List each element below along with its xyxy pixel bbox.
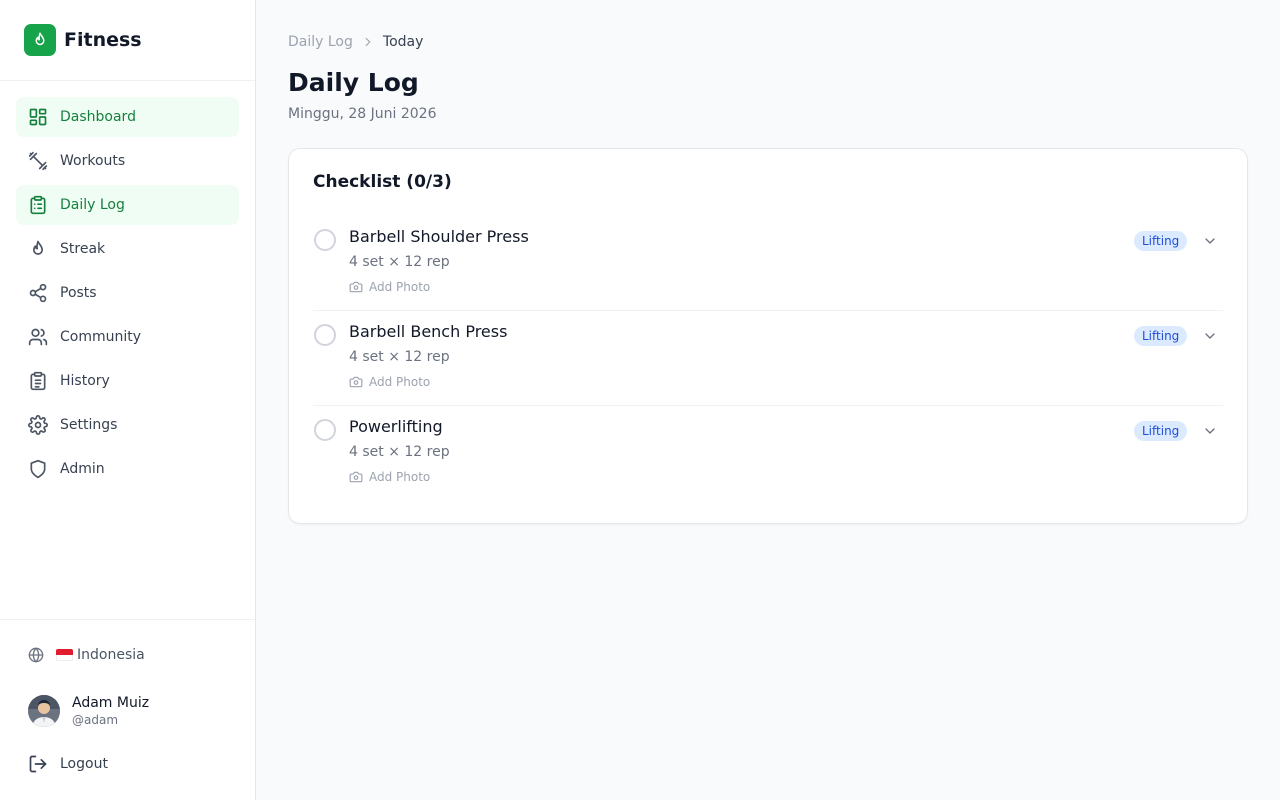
- exercise-detail: 4 set × 12 rep: [349, 444, 450, 460]
- sidebar-item-admin[interactable]: Admin: [16, 449, 239, 489]
- exercise-item: Barbell Bench Press 4 set × 12 rep Add P…: [313, 311, 1223, 406]
- sidebar-nav: Dashboard Workouts Daily Log Streak Post…: [16, 97, 239, 493]
- user-info: Adam Muiz @adam: [72, 694, 149, 728]
- clipboard-list-icon: [28, 195, 48, 215]
- sidebar-item-label: Dashboard: [60, 109, 136, 125]
- sidebar-item-label: Daily Log: [60, 197, 125, 213]
- user-name: Adam Muiz: [72, 695, 150, 711]
- user-handle: @adam: [72, 713, 119, 727]
- sidebar-item-label: Workouts: [60, 153, 126, 169]
- chevron-down-icon[interactable]: [1202, 423, 1218, 439]
- language-label: Indonesia: [77, 647, 145, 663]
- sidebar-item-workouts[interactable]: Workouts: [16, 141, 239, 181]
- sidebar-footer: Indonesia Adam Muiz @adam Logout: [0, 619, 255, 800]
- add-photo-button[interactable]: Add Photo: [349, 375, 430, 389]
- dashboard-icon: [28, 107, 48, 127]
- dumbbell-icon: [28, 151, 48, 171]
- app-name: Fitness: [64, 29, 142, 51]
- sidebar-item-label: Settings: [60, 417, 118, 433]
- camera-icon: [349, 280, 363, 294]
- sidebar-item-label: Streak: [60, 241, 106, 257]
- exercise-checkbox[interactable]: [314, 419, 336, 441]
- exercise-detail: 4 set × 12 rep: [349, 349, 450, 365]
- brand[interactable]: Fitness: [0, 0, 255, 81]
- logout-button[interactable]: Logout: [28, 754, 108, 774]
- avatar: [28, 695, 60, 727]
- breadcrumb: Daily Log Today: [288, 33, 423, 51]
- flame-logo-icon: [24, 24, 56, 56]
- clipboard-icon: [28, 371, 48, 391]
- checklist-card: Checklist (0/3) Barbell Shoulder Press 4…: [288, 148, 1248, 524]
- language-selector[interactable]: Indonesia: [28, 647, 145, 663]
- logout-icon: [28, 754, 48, 774]
- user-profile[interactable]: Adam Muiz @adam: [28, 694, 149, 728]
- sidebar: Fitness Dashboard Workouts Daily Log Str…: [0, 0, 256, 800]
- exercise-item: Powerlifting 4 set × 12 rep Add Photo Li…: [313, 406, 1223, 501]
- chevron-right-icon: [359, 33, 377, 51]
- category-badge: Lifting: [1134, 231, 1188, 251]
- sidebar-item-settings[interactable]: Settings: [16, 405, 239, 445]
- checklist-title: Checklist (0/3): [313, 172, 452, 192]
- exercise-item: Barbell Shoulder Press 4 set × 12 rep Ad…: [313, 216, 1223, 311]
- add-photo-label: Add Photo: [369, 375, 431, 389]
- sidebar-item-dashboard[interactable]: Dashboard: [16, 97, 239, 137]
- add-photo-button[interactable]: Add Photo: [349, 470, 430, 484]
- sidebar-item-label: Community: [60, 329, 142, 345]
- chevron-down-icon[interactable]: [1202, 233, 1218, 249]
- breadcrumb-parent-link[interactable]: Daily Log: [288, 34, 353, 50]
- sidebar-item-label: Posts: [60, 285, 97, 301]
- logout-label: Logout: [60, 756, 108, 772]
- indonesia-flag-icon: [56, 649, 73, 661]
- gear-icon: [28, 415, 48, 435]
- exercise-name: Barbell Bench Press: [349, 322, 508, 341]
- users-icon: [28, 327, 48, 347]
- breadcrumb-current: Today: [382, 34, 424, 50]
- sidebar-item-label: History: [60, 373, 110, 389]
- exercise-name: Powerlifting: [349, 417, 443, 436]
- add-photo-label: Add Photo: [369, 470, 431, 484]
- page-date: Minggu, 28 Juni 2026: [288, 106, 437, 122]
- sidebar-item-history[interactable]: History: [16, 361, 239, 401]
- camera-icon: [349, 375, 363, 389]
- sidebar-item-label: Admin: [60, 461, 105, 477]
- add-photo-button[interactable]: Add Photo: [349, 280, 430, 294]
- exercise-detail: 4 set × 12 rep: [349, 254, 450, 270]
- globe-icon: [28, 647, 44, 663]
- shield-icon: [28, 459, 48, 479]
- sidebar-item-streak[interactable]: Streak: [16, 229, 239, 269]
- page-title: Daily Log: [288, 68, 419, 97]
- sidebar-item-daily-log[interactable]: Daily Log: [16, 185, 239, 225]
- sidebar-item-community[interactable]: Community: [16, 317, 239, 357]
- exercise-name: Barbell Shoulder Press: [349, 227, 529, 246]
- category-badge: Lifting: [1134, 326, 1188, 346]
- chevron-down-icon[interactable]: [1202, 328, 1218, 344]
- sidebar-item-posts[interactable]: Posts: [16, 273, 239, 313]
- add-photo-label: Add Photo: [369, 280, 431, 294]
- share-icon: [28, 283, 48, 303]
- category-badge: Lifting: [1134, 421, 1188, 441]
- flame-icon: [28, 239, 48, 259]
- camera-icon: [349, 470, 363, 484]
- exercise-checkbox[interactable]: [314, 229, 336, 251]
- exercise-checkbox[interactable]: [314, 324, 336, 346]
